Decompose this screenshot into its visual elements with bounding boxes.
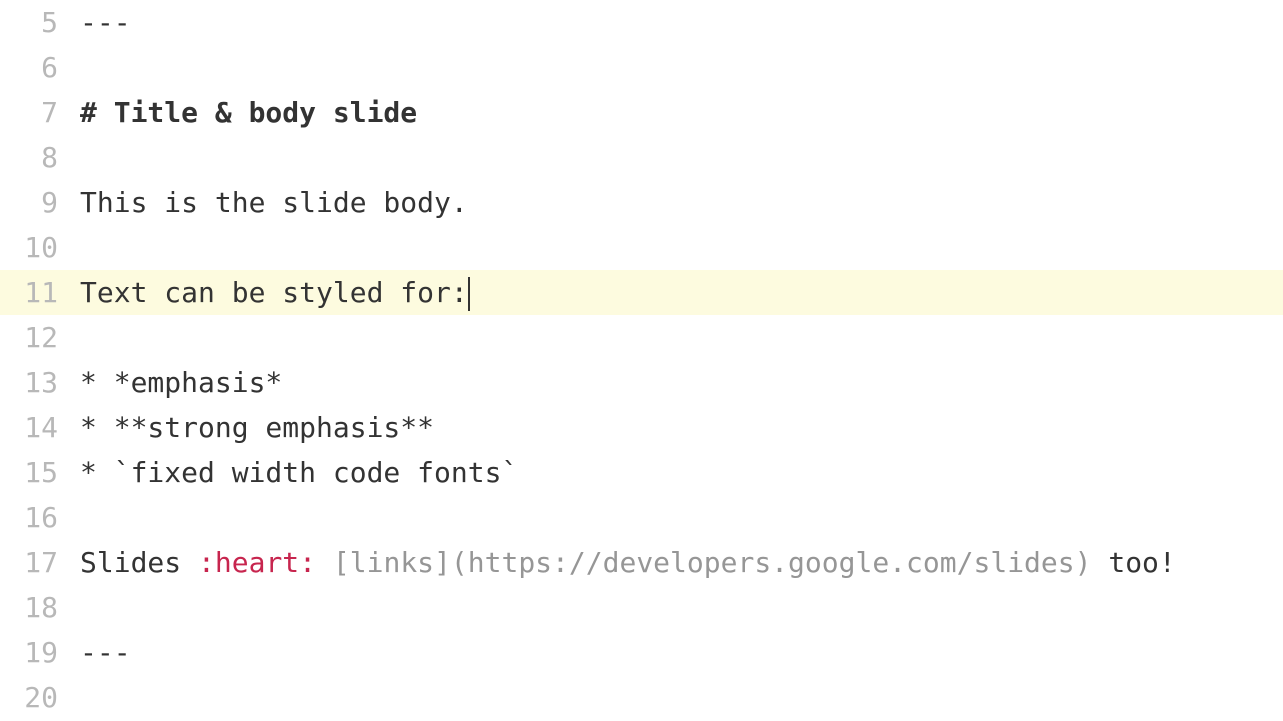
- code-token: # Title & body slide: [80, 96, 417, 129]
- line-number: 19: [0, 636, 72, 669]
- line-number: 11: [0, 276, 72, 309]
- code-token: :heart:: [198, 546, 316, 579]
- line-content[interactable]: [72, 225, 1283, 270]
- editor-line[interactable]: 8: [0, 135, 1283, 180]
- line-number: 10: [0, 231, 72, 264]
- editor-line[interactable]: 16: [0, 495, 1283, 540]
- line-content[interactable]: * `fixed width code fonts`: [72, 450, 1283, 495]
- line-number: 6: [0, 51, 72, 84]
- line-content[interactable]: [72, 45, 1283, 90]
- line-number: 16: [0, 501, 72, 534]
- line-number: 7: [0, 96, 72, 129]
- line-content[interactable]: * **strong emphasis**: [72, 405, 1283, 450]
- line-content[interactable]: [72, 675, 1283, 720]
- editor-line[interactable]: 7# Title & body slide: [0, 90, 1283, 135]
- editor-line[interactable]: 17Slides :heart: [links](https://develop…: [0, 540, 1283, 585]
- editor-line[interactable]: 5---: [0, 0, 1283, 45]
- code-token: ---: [80, 636, 131, 669]
- editor-line[interactable]: 14* **strong emphasis**: [0, 405, 1283, 450]
- line-number: 8: [0, 141, 72, 174]
- code-editor[interactable]: 5---67# Title & body slide89This is the …: [0, 0, 1283, 720]
- code-token: [links](https://developers.google.com/sl…: [333, 546, 1092, 579]
- line-number: 9: [0, 186, 72, 219]
- code-token: Slides: [80, 546, 198, 579]
- editor-line[interactable]: 18: [0, 585, 1283, 630]
- code-token: This is the slide body.: [80, 186, 468, 219]
- line-content[interactable]: * *emphasis*: [72, 360, 1283, 405]
- line-content[interactable]: [72, 315, 1283, 360]
- line-content[interactable]: This is the slide body.: [72, 180, 1283, 225]
- line-number: 13: [0, 366, 72, 399]
- line-content[interactable]: [72, 585, 1283, 630]
- line-number: 18: [0, 591, 72, 624]
- code-token: too!: [1091, 546, 1175, 579]
- code-token: * **strong emphasis**: [80, 411, 434, 444]
- line-content[interactable]: # Title & body slide: [72, 90, 1283, 135]
- code-token: ---: [80, 6, 131, 39]
- editor-line[interactable]: 6: [0, 45, 1283, 90]
- editor-line[interactable]: 19---: [0, 630, 1283, 675]
- text-cursor: [468, 277, 470, 311]
- editor-line[interactable]: 15* `fixed width code fonts`: [0, 450, 1283, 495]
- code-token: * `fixed width code fonts`: [80, 456, 518, 489]
- line-content[interactable]: Slides :heart: [links](https://developer…: [72, 540, 1283, 585]
- line-number: 14: [0, 411, 72, 444]
- code-token: Text can be styled for:: [80, 276, 468, 309]
- line-number: 17: [0, 546, 72, 579]
- line-number: 20: [0, 681, 72, 714]
- editor-line[interactable]: 20: [0, 675, 1283, 720]
- editor-line[interactable]: 12: [0, 315, 1283, 360]
- line-content[interactable]: Text can be styled for:: [72, 270, 1283, 315]
- line-content[interactable]: [72, 135, 1283, 180]
- line-content[interactable]: ---: [72, 0, 1283, 45]
- code-token: [316, 546, 333, 579]
- line-number: 5: [0, 6, 72, 39]
- editor-line[interactable]: 13* *emphasis*: [0, 360, 1283, 405]
- editor-line[interactable]: 9This is the slide body.: [0, 180, 1283, 225]
- editor-line[interactable]: 10: [0, 225, 1283, 270]
- editor-line[interactable]: 11Text can be styled for:: [0, 270, 1283, 315]
- line-number: 12: [0, 321, 72, 354]
- line-number: 15: [0, 456, 72, 489]
- line-content[interactable]: ---: [72, 630, 1283, 675]
- line-content[interactable]: [72, 495, 1283, 540]
- code-token: * *emphasis*: [80, 366, 282, 399]
